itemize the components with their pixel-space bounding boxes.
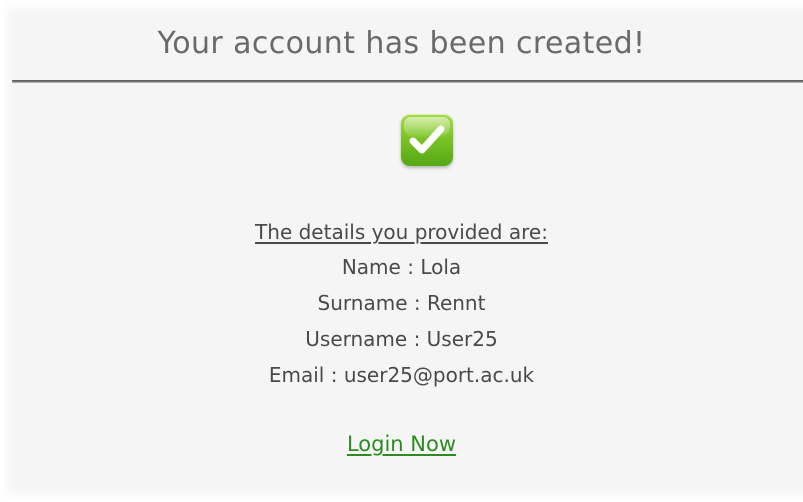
checkmark-success-icon (401, 114, 453, 166)
detail-separator: : (400, 255, 421, 279)
detail-separator: : (407, 291, 427, 315)
detail-separator: : (324, 363, 344, 387)
detail-row-username: Username : User25 (0, 321, 803, 357)
detail-label: Username (305, 327, 408, 351)
detail-label: Name (341, 255, 401, 279)
detail-separator: : (407, 327, 427, 351)
detail-value-surname: Rennt (426, 291, 486, 315)
details-heading: The details you provided are: (255, 220, 548, 244)
page-header: Your account has been created! (0, 0, 803, 80)
detail-value-email: user25@port.ac.uk (343, 363, 535, 387)
detail-row-name: Name : Lola (0, 249, 803, 285)
detail-label: Surname (317, 291, 408, 315)
account-details: The details you provided are: Name : Lol… (0, 219, 803, 393)
header-divider (12, 80, 803, 83)
detail-value-username: User25 (426, 327, 498, 351)
detail-label: Email (268, 363, 325, 387)
login-now-link[interactable]: Login Now (347, 432, 456, 456)
login-link-container: Login Now (0, 432, 803, 456)
checkmark-glyph-icon (409, 125, 445, 154)
bottom-edge-fade (0, 486, 803, 502)
detail-row-email: Email : user25@port.ac.uk (0, 357, 803, 393)
page-title: Your account has been created! (157, 26, 646, 61)
account-created-panel: Your account has been created! The detai… (0, 0, 803, 502)
detail-value-name: Lola (420, 255, 462, 279)
detail-row-surname: Surname : Rennt (0, 285, 803, 321)
